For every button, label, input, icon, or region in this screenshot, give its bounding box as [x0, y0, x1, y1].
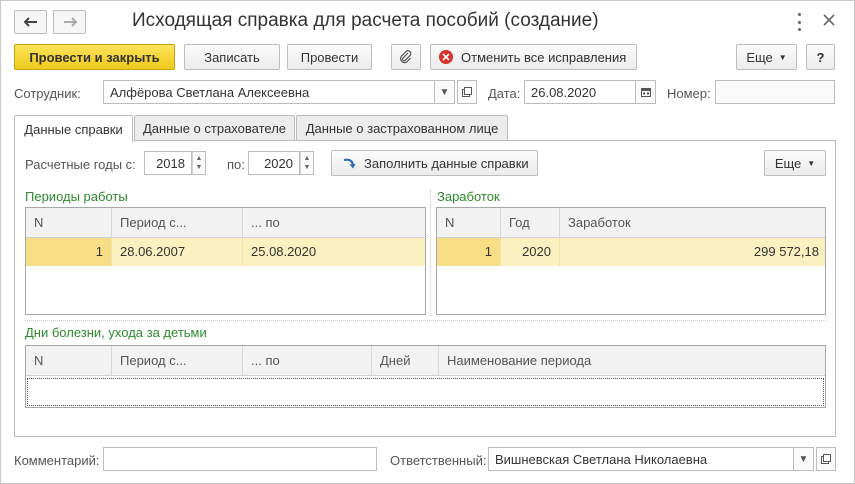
close-icon[interactable]: [821, 12, 837, 28]
panel-more-button[interactable]: Еще ▼: [764, 150, 826, 176]
window-menu-icon[interactable]: [794, 13, 804, 31]
chevron-down-icon: ▼: [807, 158, 816, 168]
employee-label: Сотрудник:: [14, 86, 81, 101]
table-row[interactable]: 1 28.06.2007 25.08.2020: [26, 238, 425, 266]
help-button[interactable]: ?: [806, 44, 835, 70]
employee-dropdown-button[interactable]: ▼: [435, 80, 455, 104]
chevron-down-icon: ▼: [439, 86, 450, 98]
table-header: N Период с... ... по Дней Наименование п…: [26, 346, 825, 376]
year-to-spinner[interactable]: ▲ ▼: [300, 151, 314, 175]
period-to-cell[interactable]: 25.08.2020: [243, 238, 425, 266]
employee-field[interactable]: Алфёрова Светлана Алексеевна: [103, 80, 435, 104]
column-header[interactable]: Заработок: [560, 208, 825, 238]
work-periods-title: Периоды работы: [25, 189, 128, 204]
year-to-field[interactable]: 2020: [248, 151, 300, 175]
attach-button[interactable]: [391, 44, 421, 70]
responsible-dropdown-button[interactable]: ▼: [794, 447, 814, 471]
chevron-down-icon: ▼: [798, 453, 809, 465]
date-field[interactable]: 26.08.2020: [524, 80, 636, 104]
column-header[interactable]: ... по: [243, 208, 425, 238]
horizontal-divider: [25, 320, 826, 321]
arrow-left-icon: [23, 17, 37, 27]
forward-button[interactable]: [53, 10, 86, 34]
comment-label: Комментарий:: [14, 453, 100, 468]
column-header[interactable]: Период с...: [112, 346, 243, 376]
column-header[interactable]: ... по: [243, 346, 372, 376]
chevron-down-icon: ▼: [778, 52, 787, 62]
more-button[interactable]: Еще ▼: [736, 44, 797, 70]
column-header[interactable]: Год: [501, 208, 560, 238]
responsible-field[interactable]: Вишневская Светлана Николаевна: [488, 447, 794, 471]
calendar-icon: [640, 88, 651, 97]
year-from-spinner[interactable]: ▲ ▼: [192, 151, 206, 175]
period-from-cell[interactable]: 28.06.2007: [112, 238, 243, 266]
table-row[interactable]: 1 2020 299 572,18: [437, 238, 825, 266]
tab-insurer-data[interactable]: Данные о страхователе: [134, 115, 295, 141]
calendar-button[interactable]: [636, 80, 656, 104]
tab-panel: Расчетные годы с: 2018 ▲ ▼ по: 2020 ▲ ▼ За…: [14, 140, 836, 437]
earnings-title: Заработок: [437, 189, 500, 204]
fill-certificate-data-button[interactable]: Заполнить данные справки: [331, 150, 538, 176]
employee-open-button[interactable]: [457, 80, 477, 104]
column-header[interactable]: N: [26, 208, 112, 238]
year-cell[interactable]: 2020: [501, 238, 560, 266]
amount-cell[interactable]: 299 572,18: [560, 238, 825, 266]
tab-certificate-data[interactable]: Данные справки: [14, 115, 133, 142]
save-button[interactable]: Записать: [184, 44, 280, 70]
window-title: Исходящая справка для расчета пособий (с…: [132, 10, 599, 31]
row-number[interactable]: 1: [437, 238, 501, 266]
open-window-icon: [821, 454, 831, 464]
cancel-corrections-label: Отменить все исправления: [461, 49, 627, 65]
column-header[interactable]: Наименование периода: [439, 346, 825, 376]
responsible-open-button[interactable]: [816, 447, 836, 471]
responsible-label: Ответственный:: [390, 453, 487, 468]
panel-more-label: Еще: [774, 155, 802, 171]
table-header: N Год Заработок: [437, 208, 825, 238]
column-header[interactable]: N: [26, 346, 112, 376]
sick-days-table[interactable]: N Период с... ... по Дней Наименование п…: [25, 345, 826, 408]
column-header[interactable]: N: [437, 208, 501, 238]
cancel-icon: [439, 50, 453, 64]
tab-insured-person-data[interactable]: Данные о застрахованном лице: [296, 115, 508, 141]
more-label: Еще: [746, 49, 773, 65]
years-to-label: по:: [227, 157, 245, 172]
empty-row[interactable]: [27, 378, 824, 406]
back-button[interactable]: [14, 10, 47, 34]
years-from-label: Расчетные годы с:: [25, 157, 136, 172]
fill-arrow-icon: [343, 158, 356, 169]
cancel-corrections-button[interactable]: Отменить все исправления: [430, 44, 637, 70]
sick-days-title: Дни болезни, ухода за детьми: [25, 325, 207, 340]
work-periods-table[interactable]: N Период с... ... по 1 28.06.2007 25.08.…: [25, 207, 426, 315]
arrow-right-icon: [63, 17, 77, 27]
post-button[interactable]: Провести: [287, 44, 372, 70]
fill-certificate-data-label: Заполнить данные справки: [364, 155, 529, 171]
year-from-field[interactable]: 2018: [144, 151, 192, 175]
paperclip-icon: [400, 50, 412, 64]
table-header: N Период с... ... по: [26, 208, 425, 238]
post-and-close-button[interactable]: Провести и закрыть: [14, 44, 175, 70]
row-number[interactable]: 1: [26, 238, 112, 266]
date-label: Дата:: [488, 86, 521, 101]
comment-field[interactable]: [103, 447, 377, 471]
number-field[interactable]: [715, 80, 835, 104]
open-window-icon: [462, 87, 472, 97]
document-window: Исходящая справка для расчета пособий (с…: [0, 0, 855, 484]
column-header[interactable]: Период с...: [112, 208, 243, 238]
earnings-table[interactable]: N Год Заработок 1 2020 299 572,18: [436, 207, 826, 315]
vertical-divider: [430, 189, 431, 316]
column-header[interactable]: Дней: [372, 346, 439, 376]
number-label: Номер:: [667, 86, 711, 101]
